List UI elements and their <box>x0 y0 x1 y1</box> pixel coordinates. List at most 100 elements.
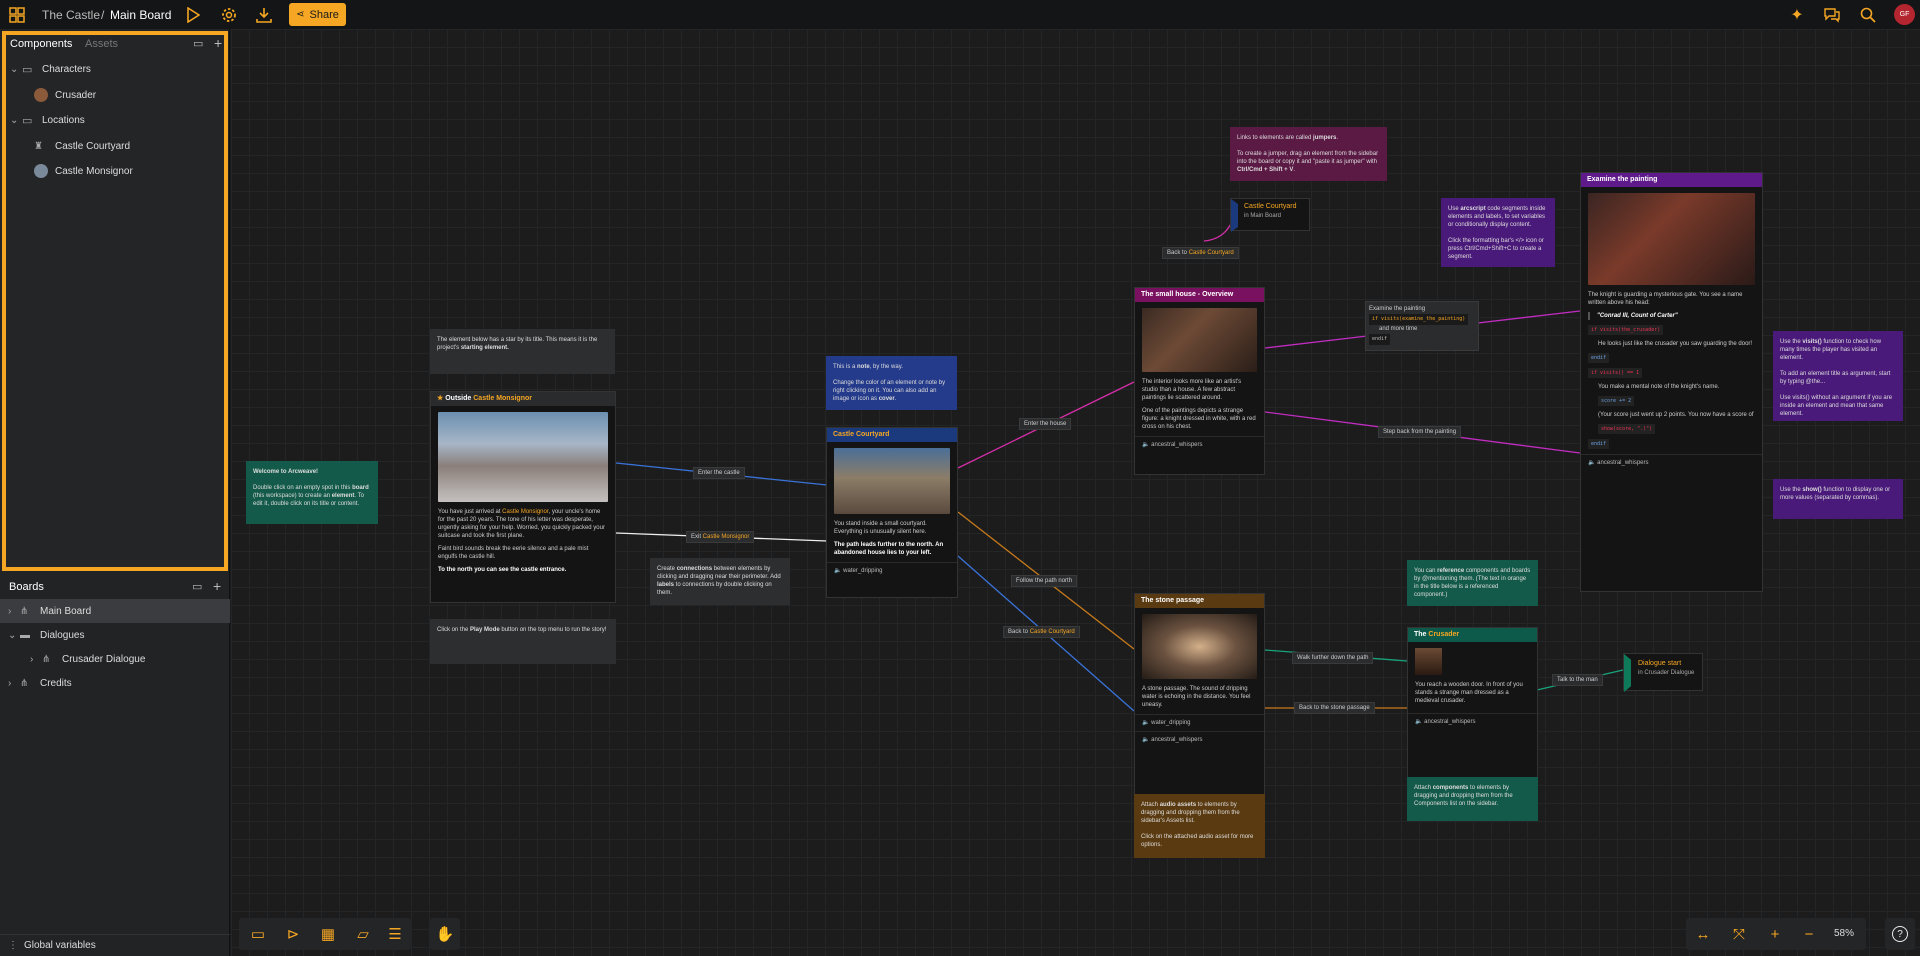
audio-attachment[interactable]: 🔈 water_dripping <box>827 562 957 579</box>
label-walk-further[interactable]: Walk further down the path <box>1292 652 1374 664</box>
element-text: A stone passage. The sound of dripping w… <box>1142 686 1251 708</box>
element-header: The small house - Overview <box>1135 288 1264 302</box>
add-branch-icon[interactable]: ⊳ <box>278 919 308 949</box>
label-talk-to-man[interactable]: Talk to the man <box>1552 674 1603 686</box>
board-canvas[interactable]: The element below has a star by its titl… <box>231 29 1920 956</box>
help-button[interactable]: ? <box>1885 918 1915 950</box>
board-label: Main Board <box>40 605 92 617</box>
label-back-stone-passage[interactable]: Back to the stone passage <box>1294 702 1375 714</box>
element-stone-passage[interactable]: The stone passage A stone passage. The s… <box>1134 593 1265 796</box>
element-outside-castle[interactable]: ★ Outside Castle Monsignor You have just… <box>430 391 616 603</box>
board-name[interactable]: Main Board <box>110 8 171 22</box>
add-element-icon[interactable]: ▭ <box>243 919 273 949</box>
note-visits[interactable]: Use the visits() function to check how m… <box>1773 331 1903 421</box>
audio-attachment[interactable]: 🔈 ancestral_whispers <box>1408 713 1537 730</box>
add-comment-icon[interactable]: ☰ <box>380 919 410 949</box>
note-bold: Play Mode <box>470 627 500 633</box>
tree-folder-characters[interactable]: ⌄ ▭ Characters <box>10 57 91 81</box>
note-show[interactable]: Use the show() function to display one o… <box>1773 479 1903 519</box>
tree-item-castle-monsignor[interactable]: Castle Monsignor <box>34 159 133 183</box>
element-text: You stand inside a small courtyard. Ever… <box>834 521 927 535</box>
note-jumpers[interactable]: Links to elements are called jumpers. To… <box>1230 127 1387 181</box>
add-note-icon[interactable]: ▱ <box>348 919 378 949</box>
label-enter-house[interactable]: Enter the house <box>1019 418 1072 430</box>
label-follow-path[interactable]: Follow the path north <box>1011 575 1078 587</box>
comments-icon[interactable] <box>1821 4 1843 26</box>
element-examine-painting[interactable]: Examine the painting The knight is guard… <box>1580 172 1763 592</box>
label-text: and more time <box>1379 326 1418 332</box>
note-color[interactable]: This is a note, by the way. Change the c… <box>826 356 957 410</box>
courtyard-cover-image <box>834 448 950 514</box>
tab-components[interactable]: Components <box>10 38 72 50</box>
user-avatar[interactable]: GF <box>1894 4 1915 25</box>
note-reference[interactable]: You can reference components and boards … <box>1407 560 1538 606</box>
element-crusader[interactable]: The Crusader You reach a wooden door. In… <box>1407 627 1538 778</box>
new-folder-icon[interactable]: ▭ <box>193 37 203 50</box>
label-exit-castle[interactable]: Exit Castle Monsignor <box>686 531 755 543</box>
note-text: (this workspace) to create an <box>253 493 332 499</box>
fit-screen-icon[interactable]: ⤧ <box>1724 919 1754 949</box>
jumper-marker <box>1624 654 1631 692</box>
note-welcome[interactable]: Welcome to Arcweave! Double click on an … <box>246 461 378 524</box>
audio-attachment[interactable]: 🔈 ancestral_whispers <box>1135 731 1264 748</box>
code-endif: endif <box>1581 439 1762 449</box>
audio-attachment[interactable]: 🔈 water_dripping <box>1135 714 1264 731</box>
audio-attachment[interactable]: 🔈 ancestral_whispers <box>1581 454 1762 471</box>
note-play-mode[interactable]: Click on the Play Mode button on the top… <box>430 619 616 664</box>
element-text: One of the paintings depicts a strange f… <box>1142 408 1256 430</box>
tree-label: Crusader <box>55 89 97 101</box>
conditional-label[interactable]: Examine the painting if visits(examine_t… <box>1365 301 1479 351</box>
label-back-to-courtyard-top[interactable]: Back to Castle Courtyard <box>1162 247 1239 259</box>
label-step-back[interactable]: Step back from the painting <box>1378 426 1462 438</box>
pan-tool-button[interactable]: ✋ <box>430 918 460 950</box>
jumper-dialogue-start[interactable]: Dialogue start in Crusader Dialogue <box>1623 653 1703 692</box>
board-credits[interactable]: › ⋔ Credits <box>0 671 72 695</box>
tree-item-castle-courtyard[interactable]: ♜ Castle Courtyard <box>34 134 130 158</box>
note-attach-components[interactable]: Attach components to elements by draggin… <box>1407 777 1538 821</box>
fit-width-icon[interactable]: ↔ <box>1688 919 1718 949</box>
add-table-icon[interactable]: ▦ <box>313 919 343 949</box>
board-main-board[interactable]: › ⋔ Main Board <box>0 599 230 623</box>
play-mode-icon[interactable] <box>182 4 204 26</box>
top-bar: The Castle / Main Board ⋖ Share ✦ GF <box>0 0 1920 29</box>
audio-attachment[interactable]: 🔈 ancestral_whispers <box>1135 436 1264 453</box>
ai-sparkle-icon[interactable]: ✦ <box>1786 4 1808 26</box>
label-enter-castle[interactable]: Enter the castle <box>693 467 745 479</box>
search-icon[interactable] <box>1857 4 1879 26</box>
element-text: To the north you can see the castle entr… <box>438 567 567 573</box>
jumper-marker <box>1231 199 1238 232</box>
label-back-to-courtyard[interactable]: Back to Castle Courtyard <box>1003 626 1080 638</box>
board-folder-dialogues[interactable]: ⌄ ▬ Dialogues <box>0 623 84 647</box>
zoom-in-icon[interactable]: + <box>1760 919 1790 949</box>
board-crusader-dialogue[interactable]: › ⋔ Crusader Dialogue <box>0 647 145 671</box>
note-connections[interactable]: Create connections between elements by c… <box>650 558 790 605</box>
tab-assets[interactable]: Assets <box>85 38 118 50</box>
element-small-house[interactable]: The small house - Overview The interior … <box>1134 287 1265 475</box>
speaker-icon: 🔈 <box>1415 719 1423 725</box>
element-castle-courtyard[interactable]: Castle Courtyard You stand inside a smal… <box>826 427 958 598</box>
note-arcscript[interactable]: Use arcscript code segments inside eleme… <box>1441 198 1555 267</box>
app-menu-icon[interactable] <box>6 4 28 26</box>
download-icon[interactable] <box>253 4 275 26</box>
zoom-level[interactable]: 58% <box>1834 928 1854 939</box>
note-audio-assets[interactable]: Attach audio assets to elements by dragg… <box>1134 794 1265 858</box>
add-component-icon[interactable]: + <box>214 35 222 51</box>
note-starting-element[interactable]: The element below has a star by its titl… <box>430 329 615 374</box>
add-board-icon[interactable]: + <box>213 578 221 594</box>
jumper-title: Dialogue start <box>1638 660 1682 667</box>
zoom-out-icon[interactable]: − <box>1794 919 1824 949</box>
share-button[interactable]: ⋖ Share <box>289 3 346 26</box>
chevron-down-icon: ⌄ <box>10 114 19 126</box>
painting-cover-image <box>1588 193 1755 285</box>
jumper-castle-courtyard[interactable]: Castle Courtyard in Main Board <box>1230 198 1310 232</box>
settings-gear-icon[interactable] <box>218 4 240 26</box>
avatar-initials: GF <box>1899 11 1910 18</box>
tree-folder-locations[interactable]: ⌄ ▭ Locations <box>10 108 85 132</box>
boards-title: Boards <box>9 581 44 593</box>
new-board-folder-icon[interactable]: ▭ <box>192 580 202 593</box>
project-name[interactable]: The Castle <box>42 8 100 22</box>
note-text: Click on the <box>437 627 471 633</box>
folder-icon: ▭ <box>22 63 33 76</box>
global-variables-button[interactable]: ⋮ Global variables <box>0 934 230 956</box>
tree-item-crusader[interactable]: Crusader <box>34 83 96 107</box>
